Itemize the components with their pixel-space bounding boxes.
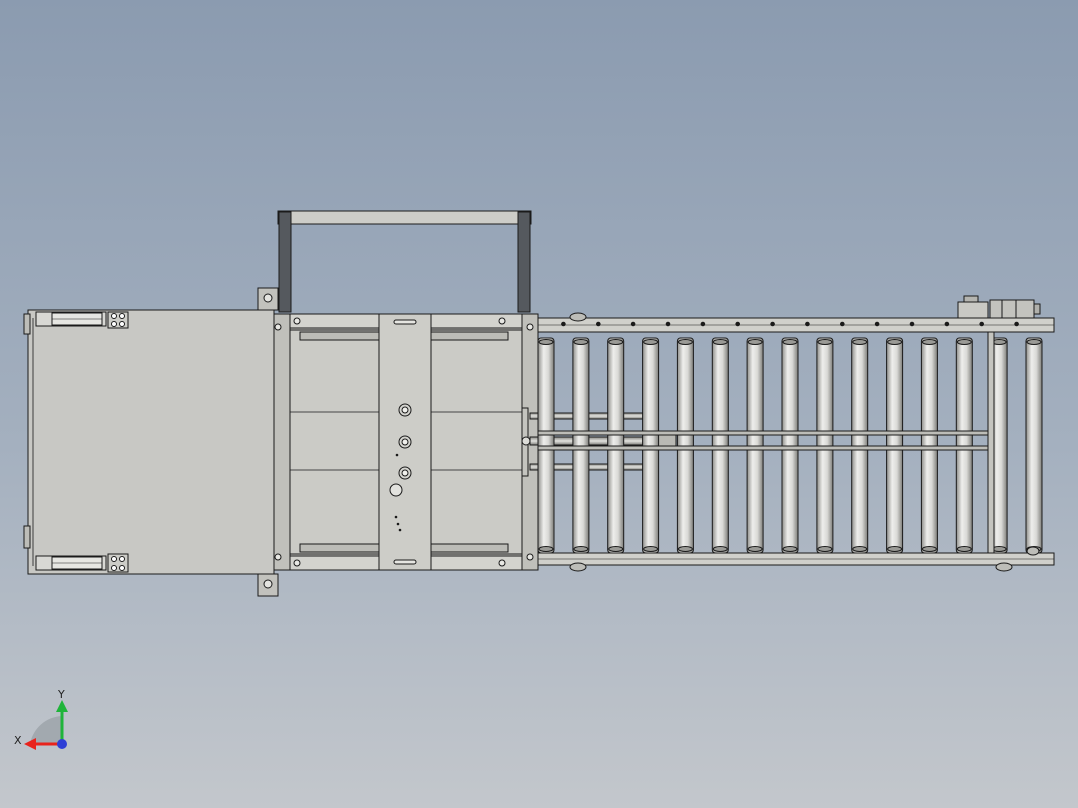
roller-end-cap [852,546,868,552]
rail-bolt [665,321,671,327]
y-axis-arrowhead [56,700,68,712]
roller-end-cap [852,339,868,345]
roller-end-cap [782,339,798,345]
roller-end-cap [747,546,763,552]
rail-bolt [805,321,810,327]
rail-bolt [874,321,880,327]
rail-bolt [630,321,636,327]
roller-end-cap [712,339,728,345]
roller-end-cap [956,339,972,345]
rail-bolt [596,321,601,327]
roller-end-cap [538,339,554,345]
cad-viewport[interactable]: Y X [0,0,1078,808]
roller-end-cap [643,339,659,345]
roller-end-cap [747,339,763,345]
bottom-cylinder [35,553,129,573]
rail-bolt [735,321,741,327]
roller-end-cap [677,546,693,552]
rail-bolt [979,321,985,327]
roller-end-cap [608,339,624,345]
rail-bolt [1014,321,1019,327]
y-axis-label: Y [57,688,65,701]
top-handle [277,210,532,313]
roller-end-cap [817,339,833,345]
roller-end-cap [712,546,728,552]
conveyor-roller [1025,337,1043,554]
roller-end-cap [573,339,589,345]
roller-end-cap [782,546,798,552]
top-cylinder [35,311,129,329]
roller-end-cap [538,546,554,552]
roller-end-cap [608,546,624,552]
roller-end-cap [1026,339,1042,345]
roller-end-cap [956,546,972,552]
left-platform [23,287,279,597]
rail-bolt [561,321,566,327]
roller-group [537,321,1043,554]
rail-bolt [840,321,845,327]
roller-end-cap [643,546,659,552]
roller-end-cap [677,339,693,345]
rail-bolt [700,321,706,327]
rail-bolt [944,321,950,327]
roller-end-cap [887,546,903,552]
roller-end-cap [817,546,833,552]
x-axis-arrowhead [24,738,36,750]
center-plate [378,313,432,571]
rail-bolt [770,321,775,327]
z-axis-dot [57,739,67,749]
x-axis-label: X [14,734,22,747]
roller-end-cap [921,546,937,552]
roller-end-cap [573,546,589,552]
coordinate-triad: Y X [14,688,68,750]
drive-motor [957,295,1041,319]
roller-conveyor [537,295,1055,572]
roller-end-cap [887,339,903,345]
rail-bolt [909,321,915,327]
roller-end-cap [921,339,937,345]
